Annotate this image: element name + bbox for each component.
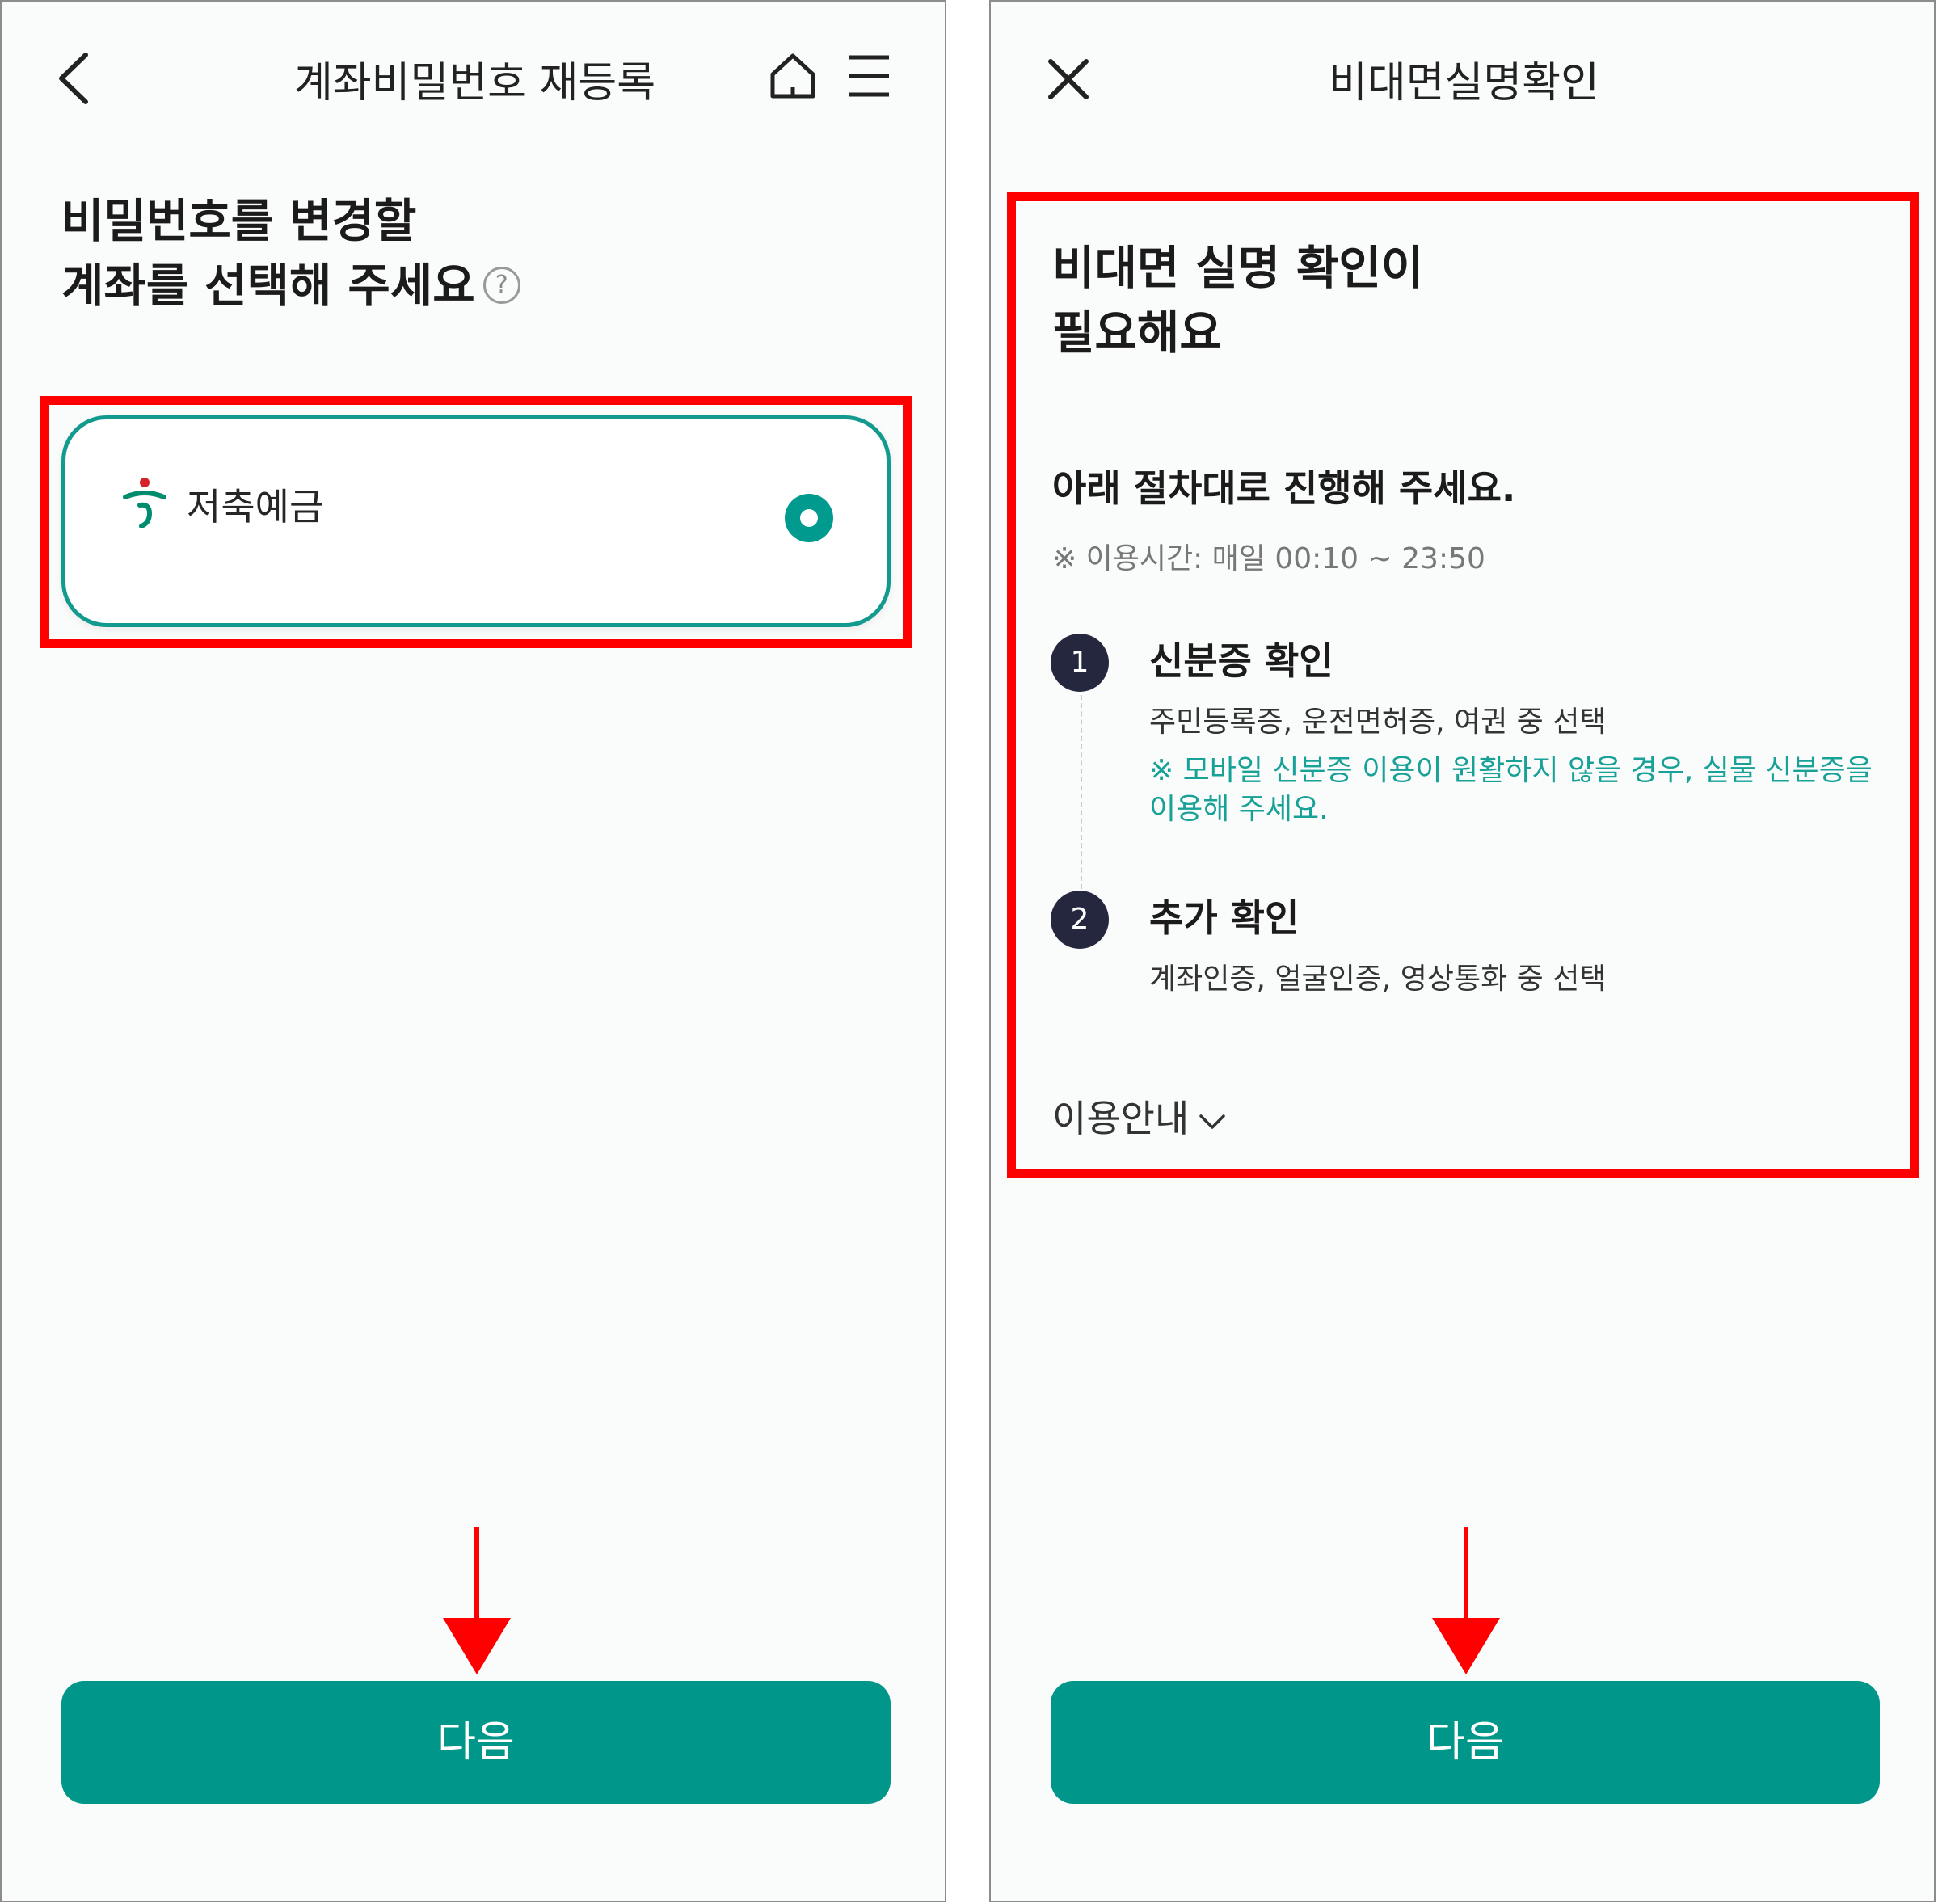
left-screen: 계좌비밀번호 재등록 비밀번호를 변경할 계좌를 선택해 주세요? 저축예금 다… xyxy=(0,0,946,1902)
next-button[interactable]: 다음 xyxy=(61,1681,891,1804)
step-2-title: 추가 확인 xyxy=(1149,896,1300,940)
account-radio-selected[interactable] xyxy=(785,494,833,542)
help-icon[interactable]: ? xyxy=(482,267,520,305)
chevron-down-icon xyxy=(1199,1114,1226,1129)
down-arrow-annotation-icon xyxy=(1432,1527,1500,1674)
home-icon[interactable] xyxy=(768,52,818,100)
step-1-warning: ※ 모바일 신분증 이용이 원활하지 않을 경우, 실물 신분증을 이용해 주세… xyxy=(1149,754,1873,826)
down-arrow-annotation-icon xyxy=(443,1527,511,1674)
hamburger-menu-icon[interactable] xyxy=(847,53,891,99)
service-hours-note: ※ 이용시간: 매일 00:10 ~ 23:50 xyxy=(1052,542,1485,575)
step-2-badge: 2 xyxy=(1051,891,1109,949)
heading-line-2-text: 계좌를 선택해 주세요 xyxy=(61,259,475,313)
heading-line-2: 필요해요 xyxy=(1052,306,1222,360)
hana-bank-logo-icon xyxy=(123,478,166,528)
instruction-text: 아래 절차대로 진행해 주세요. xyxy=(1052,466,1516,510)
next-button[interactable]: 다음 xyxy=(1051,1681,1880,1804)
page-heading: 비밀번호를 변경할 계좌를 선택해 주세요? xyxy=(61,189,520,318)
step-1-description: 주민등록증, 운전면허증, 여권 중 선택 xyxy=(1149,706,1607,739)
heading-line-2: 계좌를 선택해 주세요? xyxy=(61,254,520,318)
usage-guide-toggle[interactable]: 이용안내 xyxy=(1052,1089,1226,1143)
heading-line-1: 비대면 실명 확인이 xyxy=(1052,242,1424,295)
step-connector-line xyxy=(1081,695,1082,889)
account-name: 저축예금 xyxy=(187,485,324,529)
heading-line-1: 비밀번호를 변경할 xyxy=(61,195,417,248)
step-1-title: 신분증 확인 xyxy=(1149,639,1333,683)
page-heading: 비대면 실명 확인이 필요해요 xyxy=(1052,236,1423,365)
page-title: 비대면실명확인 xyxy=(1329,59,1599,107)
step-1-badge: 1 xyxy=(1051,634,1109,692)
step-2-description: 계좌인증, 얼굴인증, 영상통화 중 선택 xyxy=(1149,963,1607,996)
right-screen: 비대면실명확인 비대면 실명 확인이 필요해요 아래 절차대로 진행해 주세요.… xyxy=(989,0,1936,1902)
radio-dot xyxy=(800,509,818,527)
usage-guide-label: 이용안내 xyxy=(1052,1097,1190,1140)
account-card[interactable]: 저축예금 xyxy=(61,415,891,627)
